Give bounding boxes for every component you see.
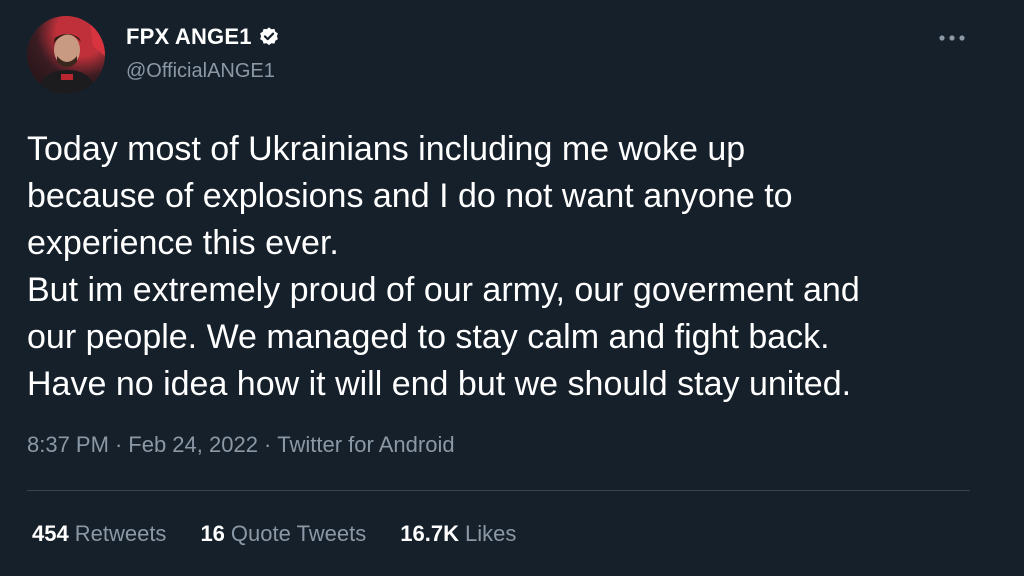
quote-tweets-stat[interactable]: 16 Quote Tweets — [200, 521, 366, 547]
retweets-count: 454 — [32, 521, 69, 546]
engagement-stats: 454 Retweets 16 Quote Tweets 16.7K Likes — [32, 521, 516, 547]
display-name[interactable]: FPX ANGE1 — [126, 24, 252, 50]
more-options-button[interactable] — [936, 22, 968, 54]
retweets-stat[interactable]: 454 Retweets — [32, 521, 166, 547]
tweet-metadata: 8:37 PM · Feb 24, 2022 · Twitter for And… — [27, 432, 455, 458]
tweet-source[interactable]: Twitter for Android — [277, 432, 454, 458]
meta-separator: · — [263, 432, 272, 457]
meta-separator: · — [114, 432, 123, 457]
divider — [27, 490, 970, 491]
more-horizontal-icon — [939, 35, 965, 41]
retweets-label: Retweets — [74, 521, 167, 546]
likes-count: 16.7K — [400, 521, 459, 546]
verified-badge-icon — [258, 26, 280, 48]
quote-tweets-label: Quote Tweets — [230, 521, 367, 546]
user-handle[interactable]: @OfficialANGE1 — [126, 60, 275, 83]
tweet-text: Today most of Ukrainians including me wo… — [27, 130, 860, 403]
author-name-row[interactable]: FPX ANGE1 — [126, 24, 280, 50]
tweet-card: FPX ANGE1 @OfficialANGE1 Today most of U… — [0, 0, 1024, 576]
tweet-time[interactable]: 8:37 PM — [27, 432, 109, 458]
avatar[interactable] — [27, 16, 105, 94]
likes-stat[interactable]: 16.7K Likes — [400, 521, 516, 547]
avatar-image — [37, 16, 105, 94]
likes-label: Likes — [464, 521, 517, 546]
tweet-date[interactable]: Feb 24, 2022 — [128, 432, 258, 458]
quote-tweets-count: 16 — [200, 521, 225, 546]
